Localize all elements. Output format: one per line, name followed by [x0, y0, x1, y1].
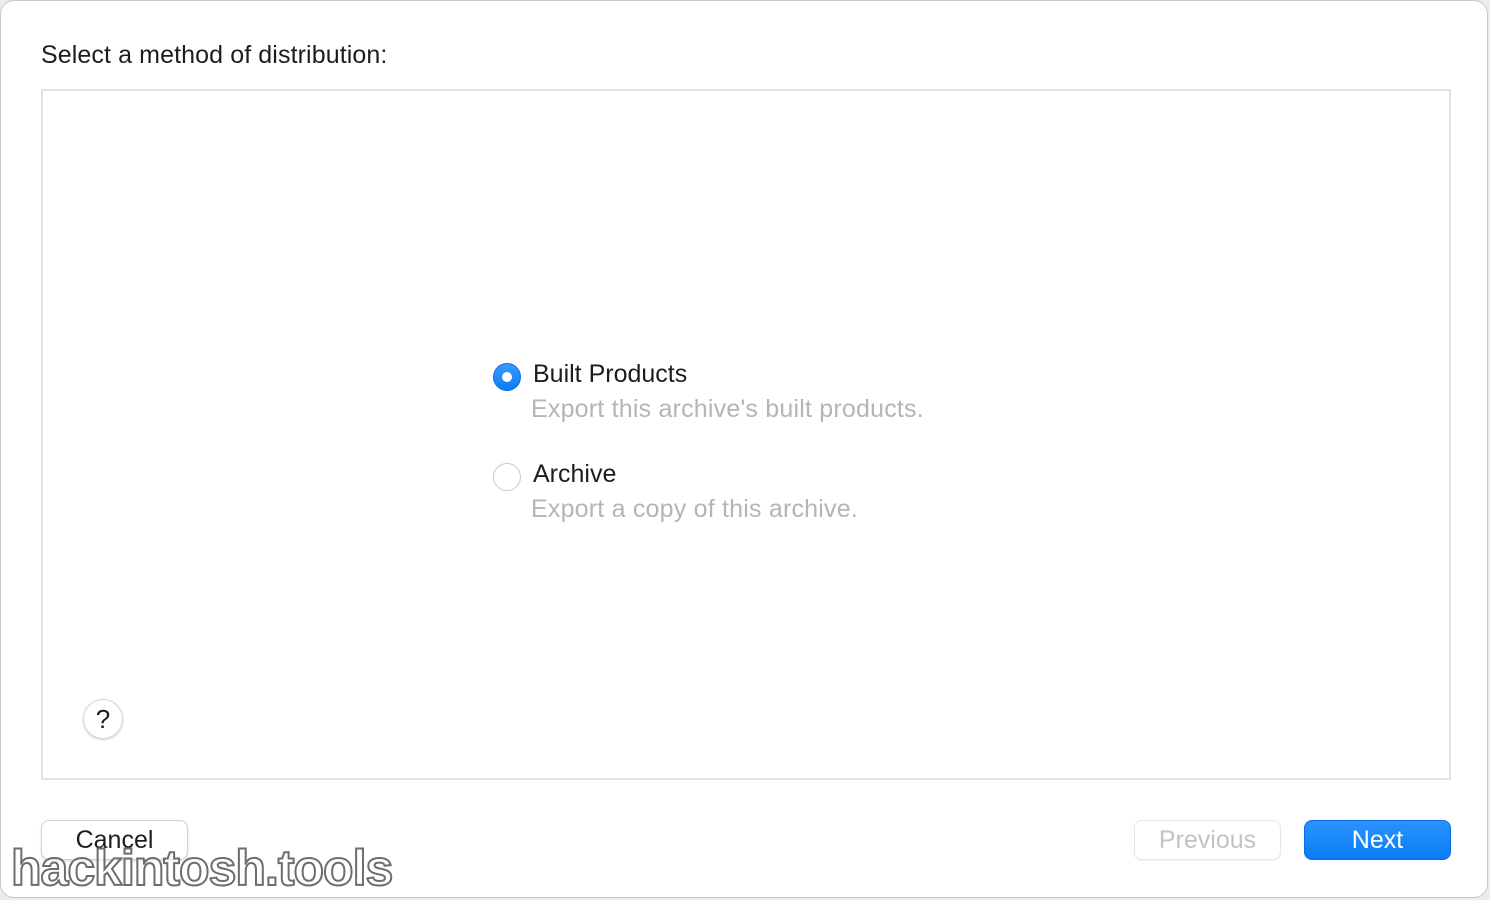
help-button[interactable]: ? — [83, 699, 123, 739]
next-button[interactable]: Next — [1304, 820, 1451, 860]
options-panel: Built Products Export this archive's bui… — [41, 89, 1451, 780]
watermark-text: hackintosh.tools — [10, 839, 394, 897]
radio-archive[interactable] — [493, 463, 521, 491]
distribution-dialog: Select a method of distribution: Built P… — [0, 0, 1488, 898]
option-description: Export this archive's built products. — [531, 395, 924, 423]
option-title[interactable]: Archive — [533, 460, 616, 489]
option-description: Export a copy of this archive. — [531, 495, 858, 523]
option-title[interactable]: Built Products — [533, 360, 687, 389]
previous-button[interactable]: Previous — [1134, 820, 1281, 860]
radio-built-products-selected[interactable] — [493, 363, 521, 391]
dialog-heading: Select a method of distribution: — [41, 41, 388, 69]
